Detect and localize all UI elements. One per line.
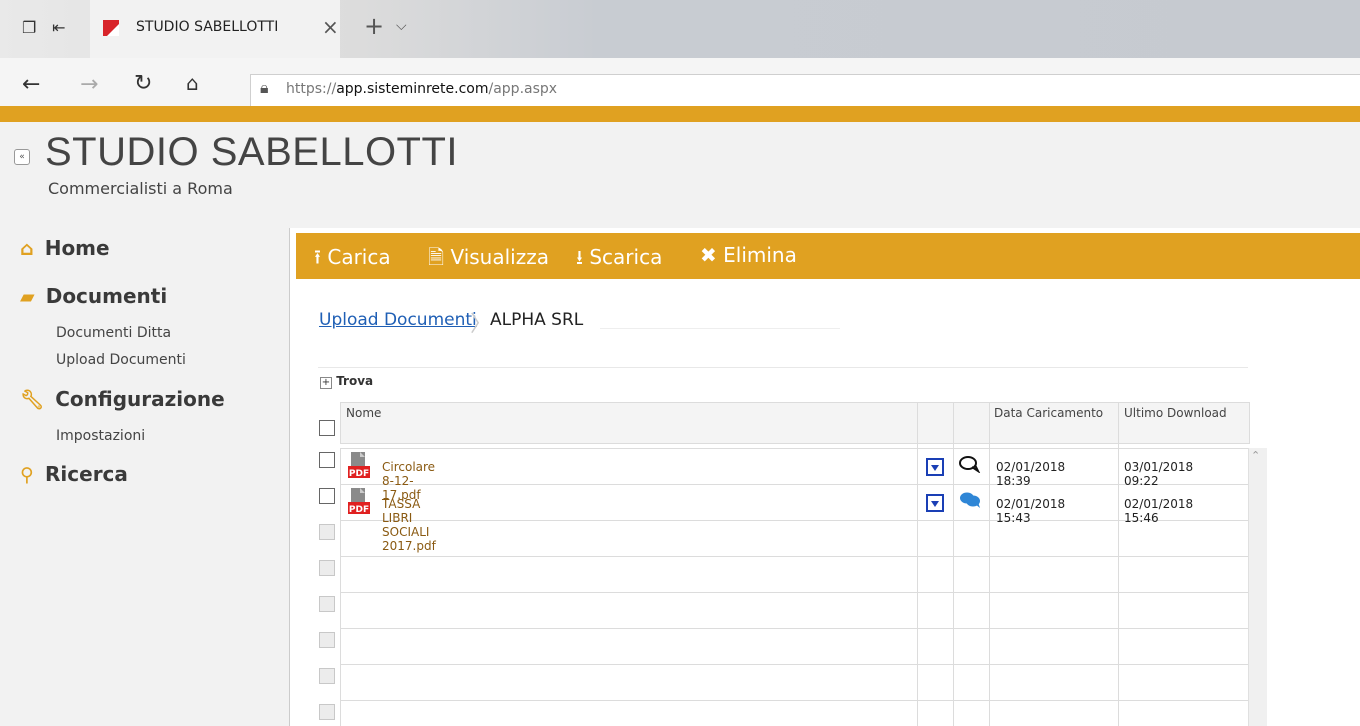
carica-button[interactable]: ⭱ Carica (314, 243, 391, 277)
nav-home[interactable]: ⌂ Home (20, 236, 110, 260)
home-icon[interactable]: ⌂ (186, 71, 199, 95)
row-checkbox-disabled (319, 632, 335, 648)
tab-list-chevron-icon[interactable]: ⌵ (396, 18, 407, 34)
forward-icon[interactable]: → (80, 72, 98, 97)
row-checkbox[interactable] (319, 488, 335, 504)
grid-body (340, 448, 1250, 726)
upload-icon: ⭱ (314, 245, 321, 269)
visualizza-button[interactable]: 🗎︎ Visualizza (428, 243, 549, 277)
carica-label: Carica (327, 245, 391, 269)
search-label: Trova (336, 374, 374, 388)
row-divider (340, 484, 1248, 485)
grid-header (340, 402, 1250, 444)
grid-scrollbar[interactable] (1248, 448, 1267, 726)
breadcrumb-divider (600, 328, 840, 329)
lock-icon: 🔒︎ (260, 78, 269, 97)
document-icon: 🗎︎ (428, 245, 445, 269)
column-header-nome[interactable]: Nome (346, 406, 381, 420)
column-divider (989, 402, 990, 726)
breadcrumb-separator-icon: 〉 (470, 312, 493, 337)
row-divider (340, 700, 1248, 701)
new-tab-icon[interactable]: + (364, 12, 384, 40)
site-title: STUDIO SABELLOTTI (45, 130, 459, 174)
nav-ricerca-label: Ricerca (45, 462, 128, 486)
row-checkbox-disabled (319, 704, 335, 720)
scarica-button[interactable]: ⭳ Scarica (576, 243, 662, 277)
file-name-link[interactable]: Circolare 8-12-17.pdf (382, 460, 435, 502)
file-name-link[interactable]: TASSA LIBRI SOCIALI 2017.pdf (382, 497, 436, 553)
elimina-label: Elimina (723, 243, 797, 267)
comment-filled-icon[interactable] (958, 491, 982, 513)
set-aside-tabs-icon[interactable]: ⇤ (52, 18, 65, 37)
column-header-data-caricamento[interactable]: Data Caricamento (994, 406, 1103, 420)
row-divider (340, 664, 1248, 665)
select-all-checkbox[interactable] (319, 420, 335, 436)
row-checkbox-disabled (319, 668, 335, 684)
url-scheme: https:// (286, 81, 337, 97)
nav-configurazione[interactable]: 🔧︎ Configurazione (20, 387, 225, 411)
nav-impostazioni[interactable]: Impostazioni (56, 428, 145, 444)
column-divider (953, 402, 954, 726)
nav-ricerca[interactable]: ⚲ Ricerca (20, 462, 128, 486)
nav-documenti-label: Documenti (45, 284, 168, 308)
column-header-ultimo-download[interactable]: Ultimo Download (1124, 406, 1227, 420)
scarica-label: Scarica (589, 245, 663, 269)
svg-text:PDF: PDF (349, 469, 369, 478)
refresh-icon[interactable]: ↻ (134, 71, 152, 96)
accent-bar (0, 106, 1360, 122)
row-divider (340, 628, 1248, 629)
visualizza-label: Visualizza (450, 245, 549, 269)
pdf-file-icon: PDF (348, 488, 370, 515)
row-divider (340, 556, 1248, 557)
expand-plus-icon: + (320, 377, 332, 389)
nav-upload-documenti[interactable]: Upload Documenti (56, 352, 186, 368)
search-icon: ⚲ (20, 464, 34, 486)
tab-close-icon[interactable]: × (322, 15, 339, 39)
last-download-date: 02/01/2018 15:46 (1124, 497, 1194, 525)
comment-outline-icon[interactable] (958, 455, 982, 477)
search-toggle[interactable]: + Trova (320, 374, 373, 389)
folder-open-icon: ▰ (20, 286, 35, 308)
last-download-date: 03/01/2018 09:22 (1124, 460, 1194, 488)
row-checkbox-disabled (319, 524, 335, 540)
site-subtitle: Commercialisti a Roma (48, 179, 233, 198)
scroll-up-icon[interactable]: ⌃ (1251, 449, 1260, 462)
search-divider (318, 367, 1248, 368)
row-divider (340, 520, 1248, 521)
nav-documenti[interactable]: ▰ Documenti (20, 284, 167, 308)
pdf-file-icon: PDF (348, 452, 370, 479)
url-host: app.sisteminrete.com (336, 81, 489, 97)
column-divider (917, 402, 918, 726)
download-icon: ⭳ (576, 245, 583, 269)
nav-configurazione-label: Configurazione (55, 387, 225, 411)
column-divider (1118, 402, 1119, 726)
row-checkbox[interactable] (319, 452, 335, 468)
row-divider (340, 448, 1248, 449)
collapse-sidebar-icon[interactable]: « (14, 149, 30, 165)
breadcrumb-current: ALPHA SRL (490, 310, 584, 330)
row-checkbox-disabled (319, 560, 335, 576)
url-text[interactable]: https://app.sisteminrete.com/app.aspx (286, 81, 557, 97)
home-icon: ⌂ (20, 238, 34, 260)
row-checkbox-disabled (319, 596, 335, 612)
tab-title: STUDIO SABELLOTTI (136, 19, 279, 35)
delete-icon: ✖ (700, 243, 717, 267)
upload-date: 02/01/2018 15:43 (996, 497, 1066, 525)
row-divider (340, 592, 1248, 593)
wrench-icon: 🔧︎ (20, 389, 45, 411)
dropdown-arrow-icon[interactable] (926, 494, 944, 512)
breadcrumb-upload-link[interactable]: Upload Documenti (319, 310, 477, 330)
nav-home-label: Home (44, 236, 110, 260)
svg-text:PDF: PDF (349, 505, 369, 514)
tab-actions-icon[interactable]: ❐ (22, 18, 36, 37)
back-icon[interactable]: ← (22, 72, 40, 97)
nav-documenti-ditta[interactable]: Documenti Ditta (56, 325, 171, 341)
dropdown-arrow-icon[interactable] (926, 458, 944, 476)
tab-favicon-icon (103, 20, 119, 36)
elimina-button[interactable]: ✖ Elimina (700, 243, 797, 267)
url-path: /app.aspx (488, 81, 558, 97)
upload-date: 02/01/2018 18:39 (996, 460, 1066, 488)
